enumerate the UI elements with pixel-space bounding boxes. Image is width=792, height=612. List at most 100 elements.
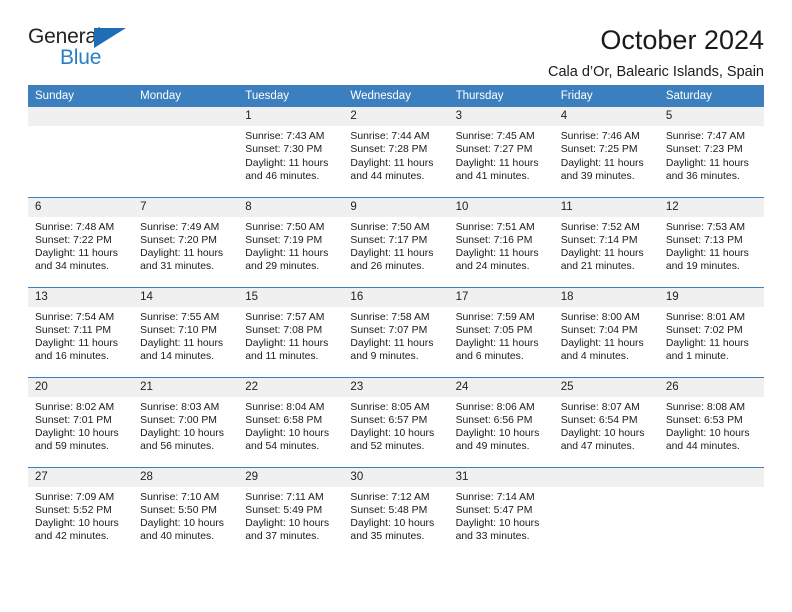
day-number: 5 xyxy=(658,107,764,126)
general-blue-logo[interactable]: General Blue xyxy=(28,24,148,76)
calendar-day-cell[interactable]: 18 Sunrise: 8:00 AM Sunset: 7:04 PM Dayligh… xyxy=(553,286,659,377)
daylight-text: Daylight: 10 hours and 35 minutes. xyxy=(350,518,435,543)
daylight-text: Daylight: 11 hours and 21 minutes. xyxy=(560,248,644,273)
day-number xyxy=(28,107,134,126)
calendar-day-cell[interactable]: 23 Sunrise: 8:05 AM Sunset: 6:57 PM Dayligh… xyxy=(343,376,449,467)
daylight-text: Daylight: 11 hours and 41 minutes. xyxy=(455,157,539,182)
sunrise-text: Sunrise: 7:58 AM xyxy=(350,311,430,323)
sunset-text: Sunset: 6:53 PM xyxy=(665,414,743,426)
calendar-page: General Blue October 2024 Cala d’Or, Bal… xyxy=(0,0,792,612)
daylight-text: Daylight: 11 hours and 14 minutes. xyxy=(140,338,224,363)
calendar-day-cell[interactable]: 24 Sunrise: 8:06 AM Sunset: 6:56 PM Dayligh… xyxy=(448,376,554,467)
day-details: Sunrise: 7:54 AM Sunset: 7:11 PM Daylight:… xyxy=(28,307,133,364)
day-number: 7 xyxy=(133,197,239,217)
calendar-day-cell[interactable]: 29 Sunrise: 7:11 AM Sunset: 5:49 PM Dayligh… xyxy=(238,466,344,557)
calendar-day-cell[interactable]: 10 Sunrise: 7:51 AM Sunset: 7:16 PM Dayligh… xyxy=(448,196,554,287)
calendar-day-cell[interactable]: 8 Sunrise: 7:50 AM Sunset: 7:19 PM Daylight… xyxy=(238,196,344,287)
sunrise-text: Sunrise: 8:07 AM xyxy=(560,401,640,413)
calendar-day-cell[interactable]: 19 Sunrise: 8:01 AM Sunset: 7:02 PM Dayligh… xyxy=(658,286,764,377)
sunrise-text: Sunrise: 8:03 AM xyxy=(140,401,220,413)
day-of-week-header-monday: Monday xyxy=(133,85,239,107)
sunrise-text: Sunrise: 7:47 AM xyxy=(665,131,745,142)
calendar-day-cell[interactable]: 11 Sunrise: 7:52 AM Sunset: 7:14 PM Dayligh… xyxy=(553,196,659,287)
calendar-day-cell[interactable]: 20 Sunrise: 8:02 AM Sunset: 7:01 PM Dayligh… xyxy=(28,376,134,467)
calendar-day-cell[interactable]: 15 Sunrise: 7:57 AM Sunset: 7:08 PM Dayligh… xyxy=(238,286,344,377)
sunset-text: Sunset: 7:20 PM xyxy=(140,234,217,246)
logo-triangle-icon xyxy=(94,28,126,48)
day-details: Sunrise: 7:59 AM Sunset: 7:05 PM Daylight:… xyxy=(449,307,554,364)
day-details: Sunrise: 7:09 AM Sunset: 5:52 PM Daylight:… xyxy=(28,487,133,544)
calendar-day-cell[interactable]: 1 Sunrise: 7:43 AM Sunset: 7:30 PM Daylight… xyxy=(238,107,344,197)
calendar-day-cell[interactable]: 25 Sunrise: 8:07 AM Sunset: 6:54 PM Dayligh… xyxy=(553,376,659,467)
day-number: 22 xyxy=(238,377,344,397)
sunrise-text: Sunrise: 7:51 AM xyxy=(455,221,535,233)
day-of-week-header-row: Sunday Monday Tuesday Wednesday Thursday Frid… xyxy=(28,85,764,107)
calendar-day-cell[interactable]: 4 Sunrise: 7:46 AM Sunset: 7:25 PM Daylight… xyxy=(553,107,659,197)
day-of-week-header-friday: Friday xyxy=(553,85,659,107)
calendar-day-cell[interactable]: 17 Sunrise: 7:59 AM Sunset: 7:05 PM Dayligh… xyxy=(448,286,554,377)
daylight-text: Daylight: 11 hours and 29 minutes. xyxy=(245,248,329,273)
day-details: Sunrise: 7:49 AM Sunset: 7:20 PM Daylight:… xyxy=(133,217,238,274)
sunrise-text: Sunrise: 7:54 AM xyxy=(35,311,115,323)
calendar-day-cell[interactable]: 30 Sunrise: 7:12 AM Sunset: 5:48 PM Dayligh… xyxy=(343,466,449,557)
sunrise-text: Sunrise: 8:05 AM xyxy=(350,401,430,413)
sunset-text: Sunset: 6:58 PM xyxy=(245,414,323,426)
calendar-day-cell[interactable]: 9 Sunrise: 7:50 AM Sunset: 7:17 PM Daylight… xyxy=(343,196,449,287)
sunrise-text: Sunrise: 7:14 AM xyxy=(455,491,535,503)
day-of-week-header-wednesday: Wednesday xyxy=(343,85,449,107)
calendar-day-cell[interactable]: 7 Sunrise: 7:49 AM Sunset: 7:20 PM Daylight… xyxy=(133,196,239,287)
daylight-text: Daylight: 11 hours and 9 minutes. xyxy=(350,338,434,363)
daylight-text: Daylight: 11 hours and 34 minutes. xyxy=(35,248,118,273)
day-details: Sunrise: 8:07 AM Sunset: 6:54 PM Daylight:… xyxy=(554,397,659,454)
calendar-day-cell[interactable]: 16 Sunrise: 7:58 AM Sunset: 7:07 PM Dayligh… xyxy=(343,286,449,377)
daylight-text: Daylight: 10 hours and 52 minutes. xyxy=(350,428,435,453)
calendar-day-cell[interactable]: 31 Sunrise: 7:14 AM Sunset: 5:47 PM Dayligh… xyxy=(448,466,554,557)
daylight-text: Daylight: 10 hours and 54 minutes. xyxy=(245,428,330,453)
logo-text-blue: Blue xyxy=(60,46,102,69)
daylight-text: Daylight: 11 hours and 19 minutes. xyxy=(665,248,749,273)
day-details: Sunrise: 7:58 AM Sunset: 7:07 PM Daylight:… xyxy=(343,307,448,364)
sunset-text: Sunset: 5:49 PM xyxy=(245,504,323,516)
sunset-text: Sunset: 6:54 PM xyxy=(560,414,638,426)
sunset-text: Sunset: 7:25 PM xyxy=(560,144,638,156)
day-of-week-header-saturday: Saturday xyxy=(658,85,764,107)
daylight-text: Daylight: 11 hours and 11 minutes. xyxy=(245,338,329,363)
sunrise-text: Sunrise: 7:53 AM xyxy=(665,221,745,233)
sunrise-text: Sunrise: 8:08 AM xyxy=(665,401,745,413)
day-number: 29 xyxy=(238,467,344,487)
calendar-day-cell[interactable]: 14 Sunrise: 7:55 AM Sunset: 7:10 PM Dayligh… xyxy=(133,286,239,377)
day-number: 21 xyxy=(133,377,239,397)
sunset-text: Sunset: 7:07 PM xyxy=(350,324,428,336)
sunset-text: Sunset: 6:57 PM xyxy=(350,414,428,426)
calendar-day-cell[interactable]: 28 Sunrise: 7:10 AM Sunset: 5:50 PM Dayligh… xyxy=(133,466,239,557)
day-details: Sunrise: 7:44 AM Sunset: 7:28 PM Daylight:… xyxy=(343,126,448,183)
day-details: Sunrise: 7:12 AM Sunset: 5:48 PM Daylight:… xyxy=(343,487,448,544)
calendar-day-cell[interactable]: 22 Sunrise: 8:04 AM Sunset: 6:58 PM Dayligh… xyxy=(238,376,344,467)
sunset-text: Sunset: 7:14 PM xyxy=(560,234,638,246)
sunrise-text: Sunrise: 7:50 AM xyxy=(245,221,325,233)
daylight-text: Daylight: 11 hours and 26 minutes. xyxy=(350,248,434,273)
day-number: 30 xyxy=(343,467,449,487)
calendar-day-cell[interactable]: 5 Sunrise: 7:47 AM Sunset: 7:23 PM Daylight… xyxy=(658,107,764,197)
calendar-day-cell[interactable]: 27 Sunrise: 7:09 AM Sunset: 5:52 PM Dayligh… xyxy=(28,466,134,557)
calendar-day-cell[interactable]: 6 Sunrise: 7:48 AM Sunset: 7:22 PM Daylight… xyxy=(28,196,134,287)
calendar-day-cell[interactable]: 26 Sunrise: 8:08 AM Sunset: 6:53 PM Dayligh… xyxy=(658,376,764,467)
calendar-day-cell[interactable]: 13 Sunrise: 7:54 AM Sunset: 7:11 PM Dayligh… xyxy=(28,286,134,377)
sunrise-text: Sunrise: 7:09 AM xyxy=(35,491,115,503)
sunrise-text: Sunrise: 7:49 AM xyxy=(140,221,220,233)
title-block: October 2024 Cala d’Or, Balearic Islands… xyxy=(548,24,764,83)
day-details: Sunrise: 7:50 AM Sunset: 7:17 PM Daylight:… xyxy=(343,217,448,274)
calendar-day-cell[interactable]: 21 Sunrise: 8:03 AM Sunset: 7:00 PM Dayligh… xyxy=(133,376,239,467)
daylight-text: Daylight: 11 hours and 31 minutes. xyxy=(140,248,224,273)
sunrise-text: Sunrise: 7:11 AM xyxy=(245,491,324,503)
calendar-day-cell[interactable]: 2 Sunrise: 7:44 AM Sunset: 7:28 PM Daylight… xyxy=(343,107,449,197)
day-number: 31 xyxy=(448,467,554,487)
sunset-text: Sunset: 5:48 PM xyxy=(350,504,428,516)
sunset-text: Sunset: 5:52 PM xyxy=(35,504,112,516)
calendar-day-cell[interactable]: 12 Sunrise: 7:53 AM Sunset: 7:13 PM Dayligh… xyxy=(658,196,764,287)
day-number: 13 xyxy=(28,287,134,307)
sunset-text: Sunset: 7:02 PM xyxy=(665,324,743,336)
calendar-day-cell[interactable]: 3 Sunrise: 7:45 AM Sunset: 7:27 PM Daylight… xyxy=(448,107,554,197)
day-number: 17 xyxy=(448,287,554,307)
calendar-day-cell-empty xyxy=(28,107,134,197)
